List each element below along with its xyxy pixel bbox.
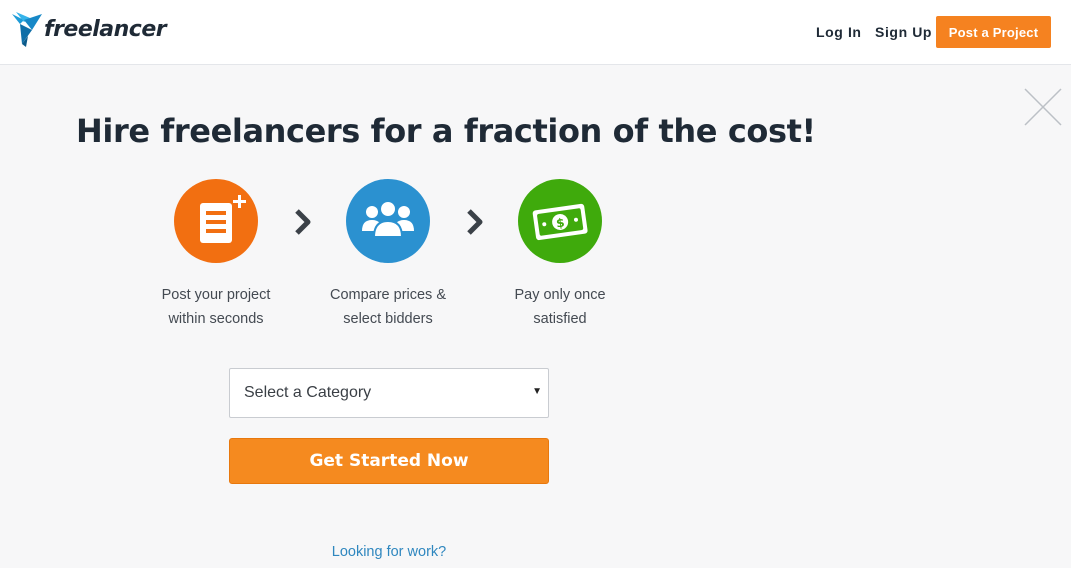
step-1-line-1: Post your project bbox=[161, 287, 271, 303]
signup-link[interactable]: Sign Up bbox=[875, 24, 932, 40]
category-select-value: Select a Category bbox=[244, 384, 372, 401]
step-compare-badge bbox=[346, 179, 430, 263]
step-2-caption: Compare prices & select bidders bbox=[308, 283, 468, 331]
step-2-line-1: Compare prices & bbox=[329, 287, 447, 303]
logo-wordmark: freelancer bbox=[44, 16, 167, 42]
login-link[interactable]: Log In bbox=[816, 24, 862, 40]
chevron-right-icon bbox=[467, 209, 483, 235]
bird-logo-icon bbox=[12, 12, 42, 47]
chevron-right-icon bbox=[295, 209, 311, 235]
category-select[interactable]: Select a Category ▼ bbox=[229, 368, 549, 418]
looking-for-work-link[interactable]: Looking for work? bbox=[229, 544, 549, 560]
post-project-button[interactable]: Post a Project bbox=[936, 16, 1051, 48]
step-2-line-2: select bidders bbox=[343, 311, 433, 327]
close-button[interactable] bbox=[1024, 88, 1062, 126]
step-1-caption: Post your project within seconds bbox=[136, 283, 296, 331]
document-plus-icon bbox=[200, 195, 246, 243]
step-arrow-2 bbox=[465, 208, 485, 241]
dropdown-arrow-icon: ▼ bbox=[532, 386, 542, 397]
users-group-icon bbox=[362, 200, 414, 238]
top-navigation-bar: freelancer Log In Sign Up Post a Project bbox=[0, 0, 1071, 65]
step-3-caption: Pay only once satisfied bbox=[480, 283, 640, 331]
step-post-project-badge bbox=[174, 179, 258, 263]
cash-bill-icon: $ bbox=[532, 203, 588, 241]
page-headline: Hire freelancers for a fraction of the c… bbox=[76, 112, 816, 150]
freelancer-logo[interactable]: freelancer bbox=[10, 10, 167, 48]
close-icon bbox=[1024, 88, 1062, 126]
step-1-line-2: within seconds bbox=[168, 311, 264, 327]
get-started-button[interactable]: Get Started Now bbox=[229, 438, 549, 484]
step-3-line-2: satisfied bbox=[533, 311, 587, 327]
step-arrow-1 bbox=[293, 208, 313, 241]
step-pay-badge: $ bbox=[518, 179, 602, 263]
step-3-line-1: Pay only once bbox=[514, 287, 606, 303]
